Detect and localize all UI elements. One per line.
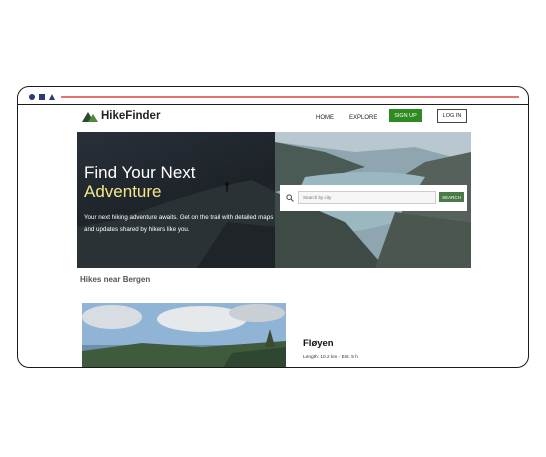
login-button[interactable]: LOG IN [437,109,467,123]
top-navigation: HikeFinder HOME EXPLORE SIGN UP LOG IN [18,105,528,131]
nav-home-link[interactable]: HOME [316,115,334,121]
square-icon [39,94,45,100]
search-bar: SEARCH [280,185,467,211]
address-bar[interactable] [61,96,519,98]
search-icon [286,194,294,202]
hike-photo [82,303,286,367]
brand-name: HikeFinder [101,110,161,122]
nav-explore-link[interactable]: EXPLORE [349,115,377,121]
circle-icon [29,94,35,100]
browser-window: HikeFinder HOME EXPLORE SIGN UP LOG IN F… [17,86,529,368]
mountain-logo-icon [82,112,98,122]
browser-toolbar [18,87,528,105]
hero-title-line1: Find Your Next [84,163,196,182]
search-button[interactable]: SEARCH [439,192,464,202]
hike-card-meta: Length: 10.2 km - Est. 5 h [303,355,358,360]
hike-card-image[interactable] [82,303,286,367]
signup-button[interactable]: SIGN UP [389,109,422,122]
hero-title-line2: Adventure [84,182,162,201]
search-input[interactable] [298,191,436,204]
hike-card-title[interactable]: Fløyen [303,338,334,349]
brand-logo[interactable]: HikeFinder [82,110,160,122]
section-heading: Hikes near Bergen [80,275,151,284]
triangle-icon [49,94,55,100]
hero-description: Your next hiking adventure awaits. Get o… [84,214,274,233]
